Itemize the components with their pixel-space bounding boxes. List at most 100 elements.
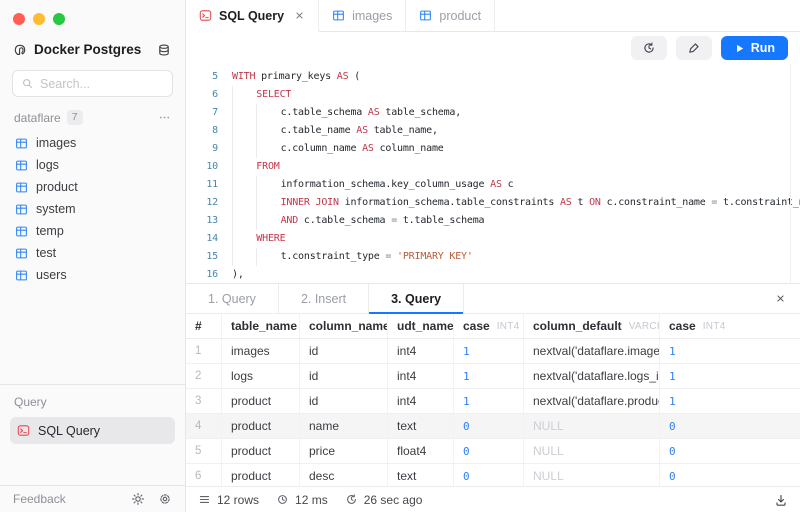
table-cell[interactable]: text (388, 414, 454, 438)
column-header-table_name[interactable]: table_name... (222, 314, 300, 338)
zoom-window-button[interactable] (53, 13, 65, 25)
row-count-text: 12 rows (217, 493, 259, 507)
table-cell[interactable]: 0 (454, 464, 524, 486)
sidebar-item-temp[interactable]: temp (8, 220, 177, 242)
line-number: 9 (186, 140, 218, 158)
table-cell[interactable]: 0 (660, 414, 800, 438)
tab-images[interactable]: images (319, 0, 406, 32)
code-token: c (508, 179, 514, 190)
table-row[interactable]: 3productidint41nextval('dataflare.produc… (186, 389, 800, 414)
format-sql-button[interactable] (676, 36, 712, 60)
table-cell[interactable]: id (300, 389, 388, 413)
table-row[interactable]: 4productnametext0NULL0 (186, 414, 800, 439)
column-header-index[interactable]: # (186, 314, 222, 338)
sidebar-item-logs[interactable]: logs (8, 154, 177, 176)
table-cell[interactable]: nextval('dataflare.images_id_s... (524, 339, 660, 363)
sql-editor[interactable]: 5WITH primary_keys AS (6 SELECT7 c.table… (186, 64, 800, 283)
theme-toggle-icon[interactable] (131, 492, 145, 506)
table-cell[interactable]: product (222, 464, 300, 486)
code-token: ON (589, 197, 606, 208)
table-cell[interactable]: NULL (524, 464, 660, 486)
sidebar-item-product[interactable]: product (8, 176, 177, 198)
table-cell[interactable]: nextval('dataflare.product_id_... (524, 389, 660, 413)
schema-menu-icon[interactable] (158, 111, 171, 124)
result-tab-1-query[interactable]: 1. Query (186, 284, 279, 313)
code-token: WITH (232, 71, 261, 82)
search-input[interactable] (40, 77, 164, 91)
table-row[interactable]: 6productdesctext0NULL0 (186, 464, 800, 486)
code-token: c.table_schema (281, 107, 368, 118)
query-history-button[interactable] (631, 36, 667, 60)
table-cell[interactable]: nextval('dataflare.logs_id_seq'... (524, 364, 660, 388)
table-cell[interactable]: name (300, 414, 388, 438)
table-cell[interactable]: images (222, 339, 300, 363)
run-button[interactable]: Run (721, 36, 788, 60)
table-cell[interactable]: 0 (660, 439, 800, 463)
table-cell[interactable]: desc (300, 464, 388, 486)
table-cell[interactable]: NULL (524, 439, 660, 463)
table-cell[interactable]: 0 (454, 439, 524, 463)
code-token: FROM (256, 161, 279, 172)
tab-product[interactable]: product (406, 0, 495, 32)
code-line: 13 AND c.table_schema = t.table_schema (186, 212, 800, 230)
table-cell[interactable]: int4 (388, 364, 454, 388)
tab-sql-query[interactable]: SQL Query (186, 0, 319, 32)
table-row[interactable]: 5productpricefloat40NULL0 (186, 439, 800, 464)
table-cell[interactable]: 1 (454, 389, 524, 413)
close-results-panel-button[interactable] (761, 284, 800, 313)
code-token: 'PRIMARY KEY' (397, 251, 473, 262)
code-line: 10 FROM (186, 158, 800, 176)
cell-value: int4 (397, 369, 416, 383)
table-cell[interactable]: NULL (524, 414, 660, 438)
table-cell[interactable]: 1 (660, 389, 800, 413)
feedback-link[interactable]: Feedback (13, 492, 66, 506)
column-name: column_default (533, 319, 622, 333)
sidebar-item-users[interactable]: users (8, 264, 177, 286)
table-row[interactable]: 2logsidint41nextval('dataflare.logs_id_s… (186, 364, 800, 389)
table-cell[interactable]: logs (222, 364, 300, 388)
table-icon (15, 159, 28, 172)
column-header-udt_name[interactable]: udt_name... (388, 314, 454, 338)
result-tab-2-insert[interactable]: 2. Insert (279, 284, 369, 313)
table-cell[interactable]: id (300, 364, 388, 388)
table-cell[interactable]: product (222, 389, 300, 413)
table-cell[interactable]: product (222, 439, 300, 463)
table-cell[interactable]: int4 (388, 389, 454, 413)
close-tab-icon[interactable] (294, 10, 305, 21)
result-tab-3-query[interactable]: 3. Query (369, 284, 464, 313)
editor-scrollbar[interactable] (790, 64, 791, 283)
indent-guide (232, 194, 256, 212)
table-cell[interactable]: float4 (388, 439, 454, 463)
column-header-column_default[interactable]: column_default VARCHAR (524, 314, 660, 338)
table-cell[interactable]: int4 (388, 339, 454, 363)
line-number: 12 (186, 194, 218, 212)
sidebar-item-sql-query[interactable]: SQL Query (10, 417, 175, 444)
code-token: information_schema.key_column_usage (281, 179, 491, 190)
column-header-case[interactable]: caseINT4 (660, 314, 800, 338)
settings-icon[interactable] (158, 492, 172, 506)
table-row[interactable]: 1imagesidint41nextval('dataflare.images_… (186, 339, 800, 364)
column-header-column_name[interactable]: column_name... (300, 314, 388, 338)
sidebar-item-system[interactable]: system (8, 198, 177, 220)
column-type: VARCHAR (629, 321, 660, 332)
sidebar-item-images[interactable]: images (8, 132, 177, 154)
sidebar-item-test[interactable]: test (8, 242, 177, 264)
table-cell[interactable]: price (300, 439, 388, 463)
column-name: table_name (231, 319, 297, 333)
table-cell[interactable]: 1 (660, 364, 800, 388)
column-name: case (669, 319, 696, 333)
table-cell[interactable]: product (222, 414, 300, 438)
table-cell[interactable]: 1 (660, 339, 800, 363)
export-download-icon[interactable] (774, 493, 788, 507)
database-icon[interactable] (157, 43, 171, 57)
table-cell[interactable]: 1 (454, 364, 524, 388)
table-cell[interactable]: 1 (454, 339, 524, 363)
table-cell[interactable]: 0 (454, 414, 524, 438)
close-window-button[interactable] (13, 13, 25, 25)
cell-value: 1 (669, 345, 676, 358)
table-cell[interactable]: 0 (660, 464, 800, 486)
minimize-window-button[interactable] (33, 13, 45, 25)
table-cell[interactable]: id (300, 339, 388, 363)
column-header-case[interactable]: caseINT4 (454, 314, 524, 338)
table-cell[interactable]: text (388, 464, 454, 486)
